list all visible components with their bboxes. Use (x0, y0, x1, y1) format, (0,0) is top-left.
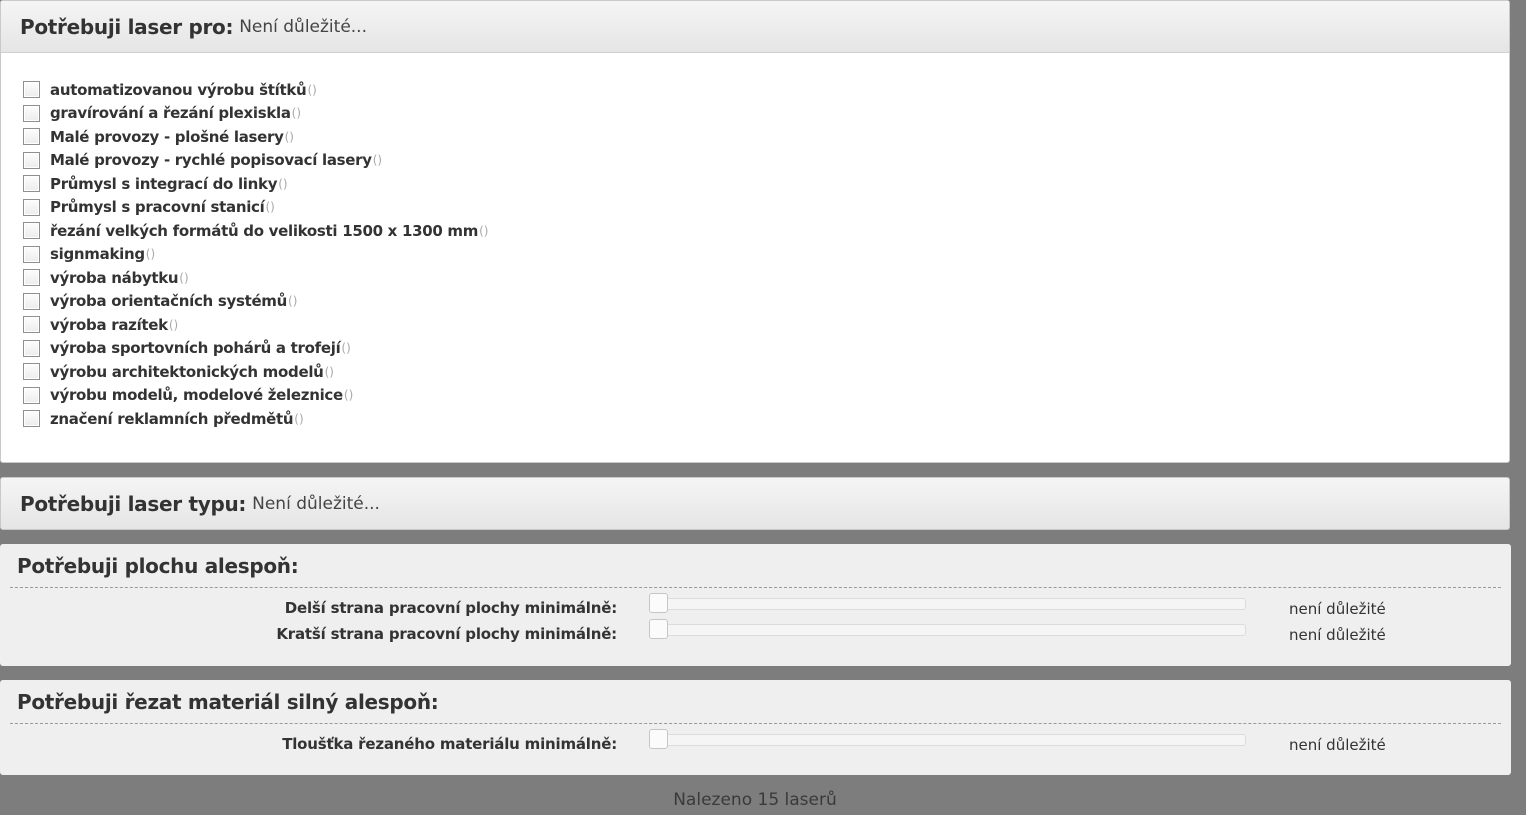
laser-use-filter-panel: Potřebuji laser pro: Není důležité... au… (0, 0, 1510, 463)
checkbox[interactable] (23, 339, 40, 357)
checkbox[interactable] (23, 128, 40, 146)
checkbox[interactable] (23, 269, 40, 287)
slider-label: Tloušťka řezaného materiálu minimálně: (282, 735, 617, 753)
checkbox[interactable] (23, 410, 40, 428)
area-filter-panel: Potřebuji plochu alespoň: Delší strana p… (0, 544, 1511, 666)
checkbox[interactable] (23, 292, 40, 310)
checkbox-label[interactable]: Průmysl s pracovní stanicí (50, 198, 265, 216)
checkbox[interactable] (23, 245, 40, 263)
checkbox-label[interactable]: Průmysl s integrací do linky (50, 175, 277, 193)
item-count: () (284, 129, 294, 144)
list-item[interactable]: výroba nábytku() (23, 266, 1509, 290)
item-count: () (479, 223, 489, 238)
slider-track[interactable] (656, 734, 1246, 746)
checkbox[interactable] (23, 104, 40, 122)
checkbox[interactable] (23, 222, 40, 240)
checkbox-label[interactable]: Malé provozy - rychlé popisovací lasery (50, 151, 372, 169)
list-item[interactable]: výroba sportovních pohárů a trofejí() (23, 337, 1509, 361)
item-count: () (307, 82, 317, 97)
item-count: () (265, 200, 275, 215)
slider-track[interactable] (656, 624, 1246, 636)
checkbox[interactable] (23, 316, 40, 334)
list-item[interactable]: výrobu architektonických modelů() (23, 360, 1509, 384)
checkbox[interactable] (23, 81, 40, 99)
item-count: () (291, 106, 302, 121)
item-count: () (372, 153, 383, 168)
laser-type-filter-panel[interactable]: Potřebuji laser typu: Není důležité... (0, 477, 1510, 530)
list-item[interactable]: řezání velkých formátů do velikosti 1500… (23, 219, 1509, 243)
list-item[interactable]: Průmysl s integrací do linky() (23, 172, 1509, 196)
checkbox[interactable] (23, 386, 40, 404)
material-filter-panel: Potřebuji řezat materiál silný alespoň: … (0, 680, 1511, 775)
laser-use-filter-header[interactable]: Potřebuji laser pro: Není důležité... (1, 1, 1509, 53)
list-item[interactable]: gravírování a řezání plexiskla() (23, 102, 1509, 126)
list-item[interactable]: Průmysl s pracovní stanicí() (23, 196, 1509, 220)
list-item[interactable]: výroba orientačních systémů() (23, 290, 1509, 314)
checkbox-label[interactable]: řezání velkých formátů do velikosti 1500… (50, 222, 478, 240)
slider-row-shorter-side: Kratší strana pracovní plochy minimálně:… (0, 619, 1511, 647)
checkbox[interactable] (23, 363, 40, 381)
laser-type-filter-title: Potřebuji laser typu: (20, 492, 247, 516)
item-count: () (179, 270, 189, 285)
slider-value: není důležité (1289, 600, 1386, 618)
checkbox-label[interactable]: gravírování a řezání plexiskla (50, 104, 291, 122)
checkbox-label[interactable]: Malé provozy - plošné lasery (50, 128, 284, 146)
list-item[interactable]: značení reklamních předmětů() (23, 407, 1509, 431)
results-count: Nalezeno 15 laserů (673, 790, 837, 810)
list-item[interactable]: Malé provozy - rychlé popisovací lasery(… (23, 149, 1509, 173)
checkbox-label[interactable]: výroba nábytku (50, 269, 179, 287)
list-item[interactable]: automatizovanou výrobu štítků() (23, 78, 1509, 102)
list-item[interactable]: Malé provozy - plošné lasery() (23, 125, 1509, 149)
material-filter-title: Potřebuji řezat materiál silný alespoň: (17, 690, 439, 714)
checkbox[interactable] (23, 151, 40, 169)
checkbox-label[interactable]: výrobu modelů, modelové železnice (50, 386, 343, 404)
item-count: () (294, 411, 304, 426)
laser-type-filter-value: Není důležité... (252, 494, 380, 514)
checkbox[interactable] (23, 175, 40, 193)
laser-use-checkbox-list: automatizovanou výrobu štítků() gravírov… (1, 53, 1509, 431)
list-item[interactable]: signmaking() (23, 243, 1509, 267)
checkbox-label[interactable]: výroba orientačních systémů (50, 292, 287, 310)
checkbox-label[interactable]: značení reklamních předmětů (50, 410, 294, 428)
item-count: () (324, 364, 334, 379)
slider-track[interactable] (656, 598, 1246, 610)
item-count: () (288, 294, 298, 309)
checkbox[interactable] (23, 198, 40, 216)
checkbox-label[interactable]: výroba razítek (50, 316, 168, 334)
slider-value: není důležité (1289, 626, 1386, 644)
slider-row-material-thickness: Tloušťka řezaného materiálu minimálně: n… (0, 729, 1511, 757)
laser-use-filter-title: Potřebuji laser pro: (20, 14, 234, 39)
item-count: () (145, 247, 156, 262)
item-count: () (168, 317, 179, 332)
checkbox-label[interactable]: výroba sportovních pohárů a trofejí (50, 339, 341, 357)
slider-value: není důležité (1289, 736, 1386, 754)
slider-row-longer-side: Delší strana pracovní plochy minimálně: … (0, 593, 1511, 621)
laser-type-filter-header[interactable]: Potřebuji laser typu: Není důležité... (1, 478, 1509, 530)
item-count: () (278, 176, 288, 191)
checkbox-label[interactable]: výrobu architektonických modelů (50, 363, 324, 381)
area-filter-title: Potřebuji plochu alespoň: (17, 554, 299, 578)
list-item[interactable]: výroba razítek() (23, 313, 1509, 337)
slider-label: Kratší strana pracovní plochy minimálně: (276, 625, 617, 643)
item-count: () (343, 388, 354, 403)
slider-handle[interactable] (649, 729, 668, 749)
slider-handle[interactable] (649, 619, 668, 639)
checkbox-label[interactable]: signmaking (50, 245, 145, 263)
list-item[interactable]: výrobu modelů, modelové železnice () (23, 384, 1509, 408)
checkbox-label[interactable]: automatizovanou výrobu štítků (50, 81, 307, 99)
item-count: () (341, 341, 351, 356)
laser-use-filter-value: Není důležité... (239, 16, 367, 37)
slider-label: Delší strana pracovní plochy minimálně: (284, 599, 617, 617)
slider-handle[interactable] (649, 593, 668, 613)
